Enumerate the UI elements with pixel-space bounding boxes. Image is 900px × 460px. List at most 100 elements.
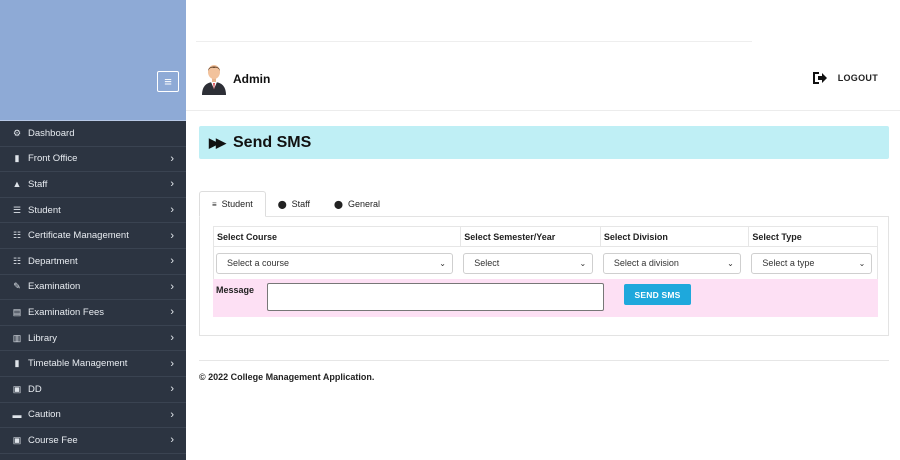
- sitemap-icon: ☷: [12, 255, 22, 266]
- money-icon: ▣: [12, 434, 22, 445]
- sidebar-item-dd[interactable]: ▣ DD ›: [0, 377, 186, 403]
- list-icon: ▤: [12, 306, 22, 317]
- tab-label: Staff: [291, 199, 311, 209]
- card-icon: ▬: [12, 409, 22, 420]
- header-select-division: Select Division: [601, 227, 750, 246]
- chevron-right-icon: ›: [170, 357, 174, 370]
- sidebar-item-front-office[interactable]: ▮ Front Office ›: [0, 147, 186, 173]
- division-select-value: Select a division: [613, 258, 679, 268]
- chevron-right-icon: ›: [170, 204, 174, 217]
- course-cell: Select a course ⌄: [214, 252, 461, 274]
- sidebar-item-timetable-management[interactable]: ▮ Timetable Management ›: [0, 351, 186, 377]
- sidebar-header: ≡: [0, 0, 186, 121]
- chevron-right-icon: ›: [170, 178, 174, 191]
- dot-circle-icon: ⬤: [334, 199, 343, 209]
- tab-label: General: [347, 199, 380, 209]
- logout-label: LOGOUT: [837, 73, 878, 83]
- sidebar-item-label: Staff: [28, 178, 48, 190]
- fast-forward-icon: ▶▶: [209, 134, 226, 150]
- header-select-semester: Select Semester/Year: [461, 227, 601, 246]
- sidebar-item-department[interactable]: ☷ Department ›: [0, 249, 186, 275]
- sidebar-item-course-fee[interactable]: ▣ Course Fee ›: [0, 428, 186, 454]
- chevron-down-icon: ⌄: [439, 258, 446, 268]
- type-select-value: Select a type: [762, 258, 815, 268]
- sidebar-item-student[interactable]: ☰ Student ›: [0, 198, 186, 224]
- dashboard-icon: ⚙: [12, 127, 22, 138]
- type-cell: Select a type ⌄: [749, 252, 877, 274]
- chevron-right-icon: ›: [170, 306, 174, 319]
- send-sms-button[interactable]: SEND SMS: [624, 284, 691, 305]
- chevron-down-icon: ⌄: [727, 258, 734, 268]
- sidebar-item-label: Library: [28, 332, 58, 344]
- footer-divider: [199, 360, 889, 361]
- sidebar-item-label: Front Office: [28, 153, 78, 165]
- semester-select-value: Select: [474, 258, 500, 268]
- users-icon: ☰: [12, 204, 22, 215]
- tab-label: Student: [221, 199, 253, 209]
- sidebar-menu: ⚙ Dashboard ▮ Front Office › ▲ Staff › ☰…: [0, 121, 186, 454]
- chevron-right-icon: ›: [170, 255, 174, 268]
- page-title-bar: ▶▶ Send SMS: [199, 126, 889, 159]
- tab-bar: ≡ Student ⬤ Staff ⬤ General: [199, 191, 392, 217]
- divider: [196, 41, 752, 42]
- division-select[interactable]: Select a division ⌄: [602, 252, 741, 274]
- semester-cell: Select ⌄: [461, 252, 601, 274]
- chevron-right-icon: ›: [170, 229, 174, 242]
- sidebar-item-library[interactable]: ▥ Library ›: [0, 326, 186, 352]
- sidebar-item-label: Student: [28, 204, 61, 216]
- sidebar-item-label: Caution: [28, 409, 61, 421]
- message-textarea[interactable]: [267, 283, 604, 311]
- sidebar-item-label: DD: [28, 383, 42, 395]
- sidebar-item-examination-fees[interactable]: ▤ Examination Fees ›: [0, 300, 186, 326]
- sidebar-item-label: Dashboard: [28, 127, 75, 139]
- sidebar-item-caution[interactable]: ▬ Caution ›: [0, 403, 186, 429]
- sidebar-item-label: Timetable Management: [28, 358, 128, 370]
- admin-avatar-icon: [202, 65, 226, 95]
- chevron-right-icon: ›: [170, 280, 174, 293]
- type-select[interactable]: Select a type ⌄: [751, 252, 873, 274]
- sidebar-item-label: Department: [28, 255, 78, 267]
- dot-circle-icon: ⬤: [277, 199, 287, 209]
- tab-student[interactable]: ≡ Student: [199, 191, 266, 217]
- menu-toggle-icon[interactable]: ≡: [157, 71, 179, 92]
- bars-icon: ≡: [212, 199, 217, 209]
- sitemap-icon: ☷: [12, 230, 22, 241]
- book-icon: ▥: [12, 332, 22, 343]
- chevron-down-icon: ⌄: [858, 258, 866, 268]
- sidebar-item-label: Examination: [28, 281, 81, 293]
- chevron-right-icon: ›: [170, 408, 174, 421]
- user-icon: ▲: [12, 179, 22, 190]
- sidebar-item-label: Course Fee: [28, 434, 78, 446]
- sms-form: Select Course Select Semester/Year Selec…: [213, 226, 878, 317]
- edit-icon: ✎: [13, 281, 21, 292]
- sms-form-panel: Select Course Select Semester/Year Selec…: [199, 216, 889, 336]
- tab-staff[interactable]: ⬤ Staff: [266, 191, 322, 217]
- division-cell: Select a division ⌄: [601, 252, 750, 274]
- money-icon: ▣: [12, 383, 22, 394]
- footer-copyright: © 2022 College Management Application.: [199, 372, 375, 382]
- course-select-value: Select a course: [227, 258, 290, 268]
- chevron-right-icon: ›: [170, 383, 174, 396]
- message-row: Message SEND SMS: [213, 279, 878, 317]
- sign-out-icon: [812, 72, 827, 84]
- sidebar-item-label: Examination Fees: [28, 306, 105, 318]
- sidebar-item-label: Certificate Management: [28, 230, 129, 242]
- page-title: Send SMS: [233, 133, 312, 151]
- semester-select[interactable]: Select ⌄: [463, 252, 594, 274]
- logout-button[interactable]: LOGOUT: [812, 71, 878, 85]
- admin-name: Admin: [233, 72, 271, 86]
- sidebar-item-staff[interactable]: ▲ Staff ›: [0, 172, 186, 198]
- tab-general[interactable]: ⬤ General: [322, 191, 392, 217]
- file-icon: ▮: [14, 358, 20, 369]
- chevron-right-icon: ›: [170, 152, 174, 165]
- front-office-icon: ▮: [14, 153, 20, 164]
- sidebar-item-certificate-management[interactable]: ☷ Certificate Management ›: [0, 223, 186, 249]
- chevron-right-icon: ›: [170, 332, 174, 345]
- header-select-type: Select Type: [752, 231, 802, 242]
- form-header-row: Select Course Select Semester/Year Selec…: [213, 226, 878, 247]
- sidebar-item-examination[interactable]: ✎ Examination ›: [0, 275, 186, 301]
- course-select[interactable]: Select a course ⌄: [216, 252, 453, 274]
- message-label: Message: [216, 285, 255, 295]
- sidebar-item-dashboard[interactable]: ⚙ Dashboard: [0, 121, 186, 147]
- chevron-right-icon: ›: [170, 434, 174, 447]
